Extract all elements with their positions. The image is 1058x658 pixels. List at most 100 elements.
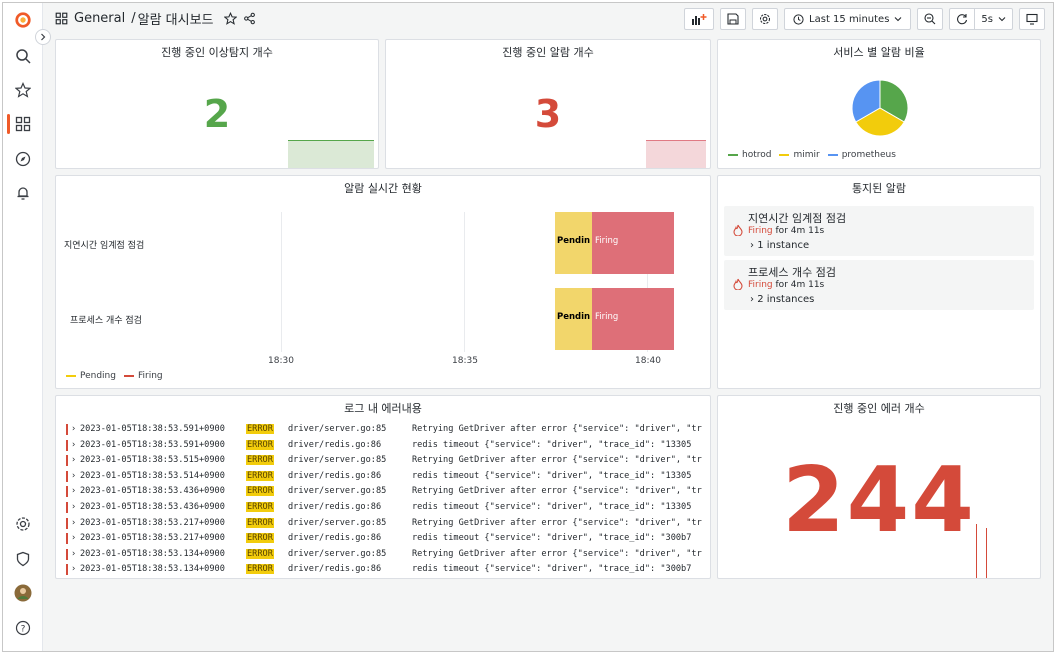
expand-chevron-icon[interactable]: ›: [71, 424, 76, 434]
panel-alert-count[interactable]: 진행 중인 알람 개수 3: [385, 39, 711, 169]
monitor-icon: [1026, 13, 1038, 25]
legend-item-prometheus[interactable]: prometheus: [827, 150, 896, 160]
expand-chevron-icon[interactable]: ›: [71, 564, 76, 574]
log-source: driver/server.go:85: [288, 424, 387, 434]
sparkline-area: [646, 140, 706, 168]
zoom-out-button[interactable]: [917, 8, 944, 30]
gear-icon: [760, 13, 771, 25]
add-panel-button[interactable]: [684, 8, 715, 30]
share-icon[interactable]: [243, 12, 256, 25]
log-row[interactable]: › 2023-01-05T18:38:53.514+0900 ERROR driver…: [66, 469, 702, 484]
log-level-bar: [66, 486, 68, 498]
log-message: Retrying GetDriver after error {"service…: [412, 455, 702, 466]
save-dashboard-button[interactable]: [720, 8, 747, 30]
help-icon[interactable]: ?: [12, 617, 34, 639]
legend-item-firing[interactable]: Firing: [123, 371, 163, 381]
panel-anomaly-count[interactable]: 진행 중인 이상탐지 개수 2: [55, 39, 379, 169]
panel-notified-alerts[interactable]: 통지된 알람 지연시간 임계점 점검 Firing for 4m 11s › 1…: [717, 175, 1041, 389]
log-row[interactable]: › 2023-01-05T18:38:53.515+0900 ERROR driver…: [66, 453, 702, 468]
alert-item[interactable]: 지연시간 임계점 점검 Firing for 4m 11s › 1 instan…: [724, 206, 1034, 256]
legend-item-pending[interactable]: Pending: [66, 371, 116, 381]
alert-name: 지연시간 임계점 점검: [748, 212, 847, 225]
panel-title: 진행 중인 알람 개수: [502, 46, 594, 59]
log-row[interactable]: › 2023-01-05T18:38:53.436+0900 ERROR driver…: [66, 500, 702, 515]
panel-realtime-alert-status[interactable]: 알람 실시간 현황 지연시간 임계점 점검 프로세스 개수 점검 Pendin …: [55, 175, 711, 389]
state-firing-bar[interactable]: Firing: [592, 288, 674, 350]
cycle-view-mode-button[interactable]: [1019, 8, 1045, 30]
log-source: driver/server.go:85: [288, 548, 387, 559]
log-level-badge: ERROR: [246, 439, 274, 450]
state-label: Firing: [595, 236, 619, 246]
legend-item-mimir[interactable]: mimir: [779, 150, 820, 160]
log-level-bar: [66, 517, 68, 529]
log-level-badge: ERROR: [246, 564, 274, 575]
dashboard-settings-button[interactable]: [752, 8, 779, 30]
expand-chevron-icon[interactable]: ›: [71, 486, 76, 496]
legend-swatch: [779, 153, 790, 156]
log-message: redis timeout {"service": "driver", "tra…: [412, 564, 692, 575]
log-row[interactable]: › 2023-01-05T18:38:53.217+0900 ERROR driver…: [66, 516, 702, 531]
log-row[interactable]: › 2023-01-05T18:38:53.134+0900 ERROR driver…: [66, 547, 702, 562]
grafana-logo-icon[interactable]: [12, 9, 34, 31]
alert-instances-toggle[interactable]: › 1 instance: [750, 240, 809, 251]
refresh-interval-picker[interactable]: 5s: [975, 8, 1013, 30]
collapse-sidebar-button[interactable]: [35, 29, 51, 45]
configuration-gear-icon[interactable]: [12, 513, 34, 535]
log-row[interactable]: › 2023-01-05T18:38:53.436+0900 ERROR driver…: [66, 484, 702, 499]
log-level-badge: ERROR: [246, 486, 274, 497]
state-pending-bar[interactable]: Pendin: [555, 212, 592, 274]
log-row[interactable]: › 2023-01-05T18:38:53.217+0900 ERROR driver…: [66, 531, 702, 546]
expand-chevron-icon[interactable]: ›: [71, 471, 76, 481]
log-level-badge: ERROR: [246, 470, 274, 481]
log-source: driver/server.go:85: [288, 455, 387, 466]
expand-chevron-icon[interactable]: ›: [71, 533, 76, 543]
expand-chevron-icon[interactable]: ›: [71, 455, 76, 465]
state-pending-bar[interactable]: Pendin: [555, 288, 592, 350]
state-firing-bar[interactable]: Firing: [592, 212, 674, 274]
log-row[interactable]: › 2023-01-05T18:38:53.591+0900 ERROR driver…: [66, 438, 702, 453]
user-avatar[interactable]: [12, 582, 34, 604]
legend-item-hotrod[interactable]: hotrod: [728, 150, 771, 160]
log-row[interactable]: › 2023-01-05T18:38:53.134+0900 ERROR driver…: [66, 562, 702, 577]
dashboard-title[interactable]: 알람 대시보드: [138, 9, 214, 28]
pie-chart: [851, 79, 909, 137]
expand-chevron-icon[interactable]: ›: [71, 502, 76, 512]
starred-icon[interactable]: [12, 79, 34, 101]
panel-title: 진행 중인 에러 개수: [833, 402, 925, 415]
panel-title: 통지된 알람: [851, 182, 907, 195]
panel-title: 진행 중인 이상탐지 개수: [161, 46, 273, 59]
panel-error-count[interactable]: 진행 중인 에러 개수 244: [717, 395, 1041, 579]
time-range-picker[interactable]: Last 15 minutes: [784, 8, 912, 30]
explore-compass-icon[interactable]: [12, 148, 34, 170]
server-admin-shield-icon[interactable]: [12, 548, 34, 570]
x-tick: 18:40: [635, 356, 661, 366]
refresh-button[interactable]: [949, 8, 976, 30]
log-message: redis timeout {"service": "driver", "tra…: [412, 439, 692, 450]
anomaly-count-value: 2: [203, 92, 231, 136]
expand-chevron-icon[interactable]: ›: [71, 518, 76, 528]
dashboards-icon[interactable]: [12, 113, 34, 135]
dashboard-navbar: General / 알람 대시보드 Last 15 minutes 5s: [43, 3, 1053, 35]
row-label-process: 프로세스 개수 점검: [70, 316, 142, 326]
star-dashboard-icon[interactable]: [223, 12, 237, 25]
breadcrumb-folder-link[interactable]: General: [74, 11, 125, 26]
legend-label: mimir: [793, 150, 820, 160]
log-source: driver/redis.go:86: [288, 533, 382, 544]
zoom-out-icon: [924, 13, 936, 25]
row-label-latency: 지연시간 임계점 점검: [64, 241, 145, 251]
panel-log-errors[interactable]: 로그 내 에러내용 › 2023-01-05T18:38:53.591+0900 E…: [55, 395, 711, 579]
log-row[interactable]: › 2023-01-05T18:38:53.591+0900 ERROR driver…: [66, 422, 702, 437]
gridline: [281, 212, 282, 352]
alert-state-label: Firing: [748, 226, 773, 236]
fire-icon: [733, 278, 743, 290]
log-level-bar: [66, 455, 68, 467]
search-icon[interactable]: [12, 45, 34, 67]
alert-instances-toggle[interactable]: › 2 instances: [750, 294, 814, 305]
alert-item[interactable]: 프로세스 개수 점검 Firing for 4m 11s › 2 instanc…: [724, 260, 1034, 310]
expand-chevron-icon[interactable]: ›: [71, 440, 76, 450]
alerting-bell-icon[interactable]: [12, 182, 34, 204]
state-label: Pendin: [557, 312, 591, 322]
log-level-badge: ERROR: [246, 548, 274, 559]
expand-chevron-icon[interactable]: ›: [71, 549, 76, 559]
panel-service-alert-ratio[interactable]: 서비스 별 알람 비율 hotrod mimir prometheus: [717, 39, 1041, 169]
